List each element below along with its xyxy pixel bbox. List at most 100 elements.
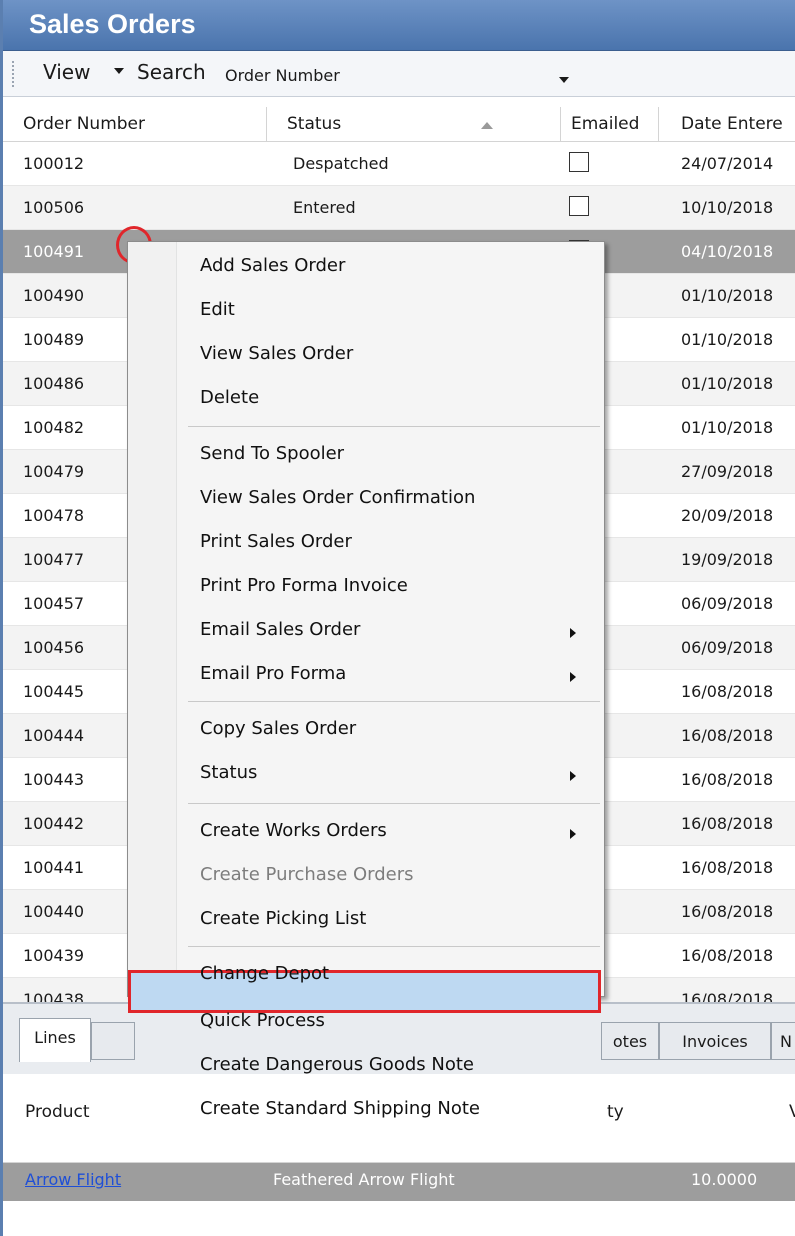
column-header-emailed[interactable]: Emailed <box>561 107 659 141</box>
date-entered-cell: 16/08/2018 <box>681 902 774 921</box>
order-number-cell: 100457 <box>23 594 85 613</box>
menu-item-add-sales-order[interactable]: Add Sales Order <box>200 245 345 287</box>
date-entered-cell: 06/09/2018 <box>681 594 774 613</box>
order-number-cell: 100479 <box>23 462 85 481</box>
order-number-cell: 100478 <box>23 506 85 525</box>
date-entered-cell: 16/08/2018 <box>681 770 774 789</box>
order-number-cell: 100445 <box>23 682 85 701</box>
quick-process-highlight <box>128 970 601 1013</box>
view-menu-button[interactable]: View <box>43 60 90 84</box>
column-header-date-entered[interactable]: Date Entere <box>659 107 795 141</box>
order-number-cell: 100443 <box>23 770 85 789</box>
menu-item-create-picking-list[interactable]: Create Picking List <box>200 898 366 940</box>
menu-item-email-sales-order[interactable]: Email Sales Order <box>200 609 360 651</box>
menu-item-create-dangerous-goods-note[interactable]: Create Dangerous Goods Note <box>200 1044 474 1086</box>
menu-separator <box>188 701 600 702</box>
menu-item-quick-process[interactable]: Quick Process <box>200 1000 325 1042</box>
lines-header-more[interactable]: V <box>789 1102 795 1122</box>
view-dropdown-arrow-icon[interactable] <box>114 68 124 74</box>
toolbar: View Search Order Number <box>3 51 795 97</box>
menu-item-print-pro-forma-invoice[interactable]: Print Pro Forma Invoice <box>200 565 408 607</box>
order-number-cell: 100444 <box>23 726 85 745</box>
sales-orders-window: Sales Orders View Search Order Number Or… <box>0 0 795 1236</box>
order-number-cell: 100441 <box>23 858 85 877</box>
window-title: Sales Orders <box>29 9 196 39</box>
order-number-cell: 100477 <box>23 550 85 569</box>
order-number-cell: 100012 <box>23 154 85 173</box>
line-quantity: 10.0000 <box>691 1170 758 1189</box>
status-cell: Entered <box>293 198 356 217</box>
date-entered-cell: 24/07/2014 <box>681 154 774 173</box>
emailed-checkbox[interactable] <box>569 196 589 216</box>
grid-header: Order Number Status Emailed Date Entere <box>3 107 795 142</box>
lines-header-quantity[interactable]: ty <box>607 1102 624 1122</box>
lines-header-product[interactable]: Product <box>25 1102 90 1122</box>
menu-item-copy-sales-order[interactable]: Copy Sales Order <box>200 708 356 750</box>
date-entered-cell: 06/09/2018 <box>681 638 774 657</box>
date-entered-cell: 19/09/2018 <box>681 550 774 569</box>
chevron-down-icon[interactable] <box>559 77 569 83</box>
date-entered-cell: 16/08/2018 <box>681 726 774 745</box>
order-number-cell: 100489 <box>23 330 85 349</box>
submenu-arrow-icon <box>570 829 576 839</box>
menu-item-view-sales-order[interactable]: View Sales Order <box>200 333 353 375</box>
product-description: Feathered Arrow Flight <box>273 1170 455 1189</box>
date-entered-cell: 27/09/2018 <box>681 462 774 481</box>
menu-item-send-to-spooler[interactable]: Send To Spooler <box>200 433 344 475</box>
date-entered-cell: 16/08/2018 <box>681 682 774 701</box>
column-header-order-number[interactable]: Order Number <box>3 107 267 141</box>
menu-item-view-sales-order-confirmation[interactable]: View Sales Order Confirmation <box>200 477 475 519</box>
context-menu: Add Sales Order Edit View Sales Order De… <box>127 241 605 1119</box>
tab-more[interactable]: N <box>771 1022 795 1060</box>
column-header-status[interactable]: Status <box>267 107 561 141</box>
date-entered-cell: 04/10/2018 <box>681 242 774 261</box>
submenu-arrow-icon <box>570 628 576 638</box>
menu-separator <box>188 946 600 947</box>
date-entered-cell: 01/10/2018 <box>681 286 774 305</box>
search-field-select[interactable]: Order Number <box>217 63 587 89</box>
lines-row-selected[interactable]: Arrow Flight Feathered Arrow Flight 10.0… <box>3 1163 795 1201</box>
tab-notes[interactable]: otes <box>601 1022 659 1060</box>
submenu-arrow-icon <box>570 672 576 682</box>
tab-hidden-1[interactable] <box>91 1022 135 1060</box>
order-number-cell: 100440 <box>23 902 85 921</box>
order-number-cell: 100439 <box>23 946 85 965</box>
menu-item-edit[interactable]: Edit <box>200 289 235 331</box>
tab-lines[interactable]: Lines <box>19 1018 91 1062</box>
submenu-arrow-icon <box>570 771 576 781</box>
toolbar-grip-icon[interactable] <box>12 61 17 87</box>
menu-item-create-works-orders[interactable]: Create Works Orders <box>200 810 387 852</box>
menu-item-create-purchase-orders: Create Purchase Orders <box>200 864 414 885</box>
order-number-cell: 100438 <box>23 990 85 1002</box>
date-entered-cell: 01/10/2018 <box>681 374 774 393</box>
order-number-cell: 100442 <box>23 814 85 833</box>
order-number-cell: 100456 <box>23 638 85 657</box>
column-header-status-label: Status <box>287 114 342 134</box>
search-field-value: Order Number <box>225 66 340 85</box>
menu-separator <box>188 803 600 804</box>
date-entered-cell: 16/08/2018 <box>681 990 774 1002</box>
menu-item-create-standard-shipping-note[interactable]: Create Standard Shipping Note <box>200 1088 480 1130</box>
context-menu-gutter <box>128 242 177 996</box>
menu-item-status[interactable]: Status <box>200 752 257 794</box>
order-number-cell: 100486 <box>23 374 85 393</box>
menu-item-email-pro-forma[interactable]: Email Pro Forma <box>200 653 346 695</box>
product-link[interactable]: Arrow Flight <box>25 1170 121 1189</box>
sort-ascending-icon <box>481 122 493 129</box>
order-number-cell: 100506 <box>23 198 85 217</box>
date-entered-cell: 20/09/2018 <box>681 506 774 525</box>
search-label: Search <box>137 60 206 84</box>
menu-separator <box>188 426 600 427</box>
emailed-checkbox[interactable] <box>569 152 589 172</box>
menu-item-delete[interactable]: Delete <box>200 377 259 419</box>
order-number-cell: 100490 <box>23 286 85 305</box>
date-entered-cell: 01/10/2018 <box>681 418 774 437</box>
menu-item-change-depot[interactable]: Change Depot <box>200 953 329 995</box>
table-row[interactable]: 100506 Entered 10/10/2018 <box>3 186 795 230</box>
menu-item-print-sales-order[interactable]: Print Sales Order <box>200 521 352 563</box>
table-row[interactable]: 100012 Despatched 24/07/2014 <box>3 142 795 186</box>
date-entered-cell: 16/08/2018 <box>681 814 774 833</box>
date-entered-cell: 16/08/2018 <box>681 946 774 965</box>
date-entered-cell: 16/08/2018 <box>681 858 774 877</box>
tab-invoices[interactable]: Invoices <box>659 1022 771 1060</box>
